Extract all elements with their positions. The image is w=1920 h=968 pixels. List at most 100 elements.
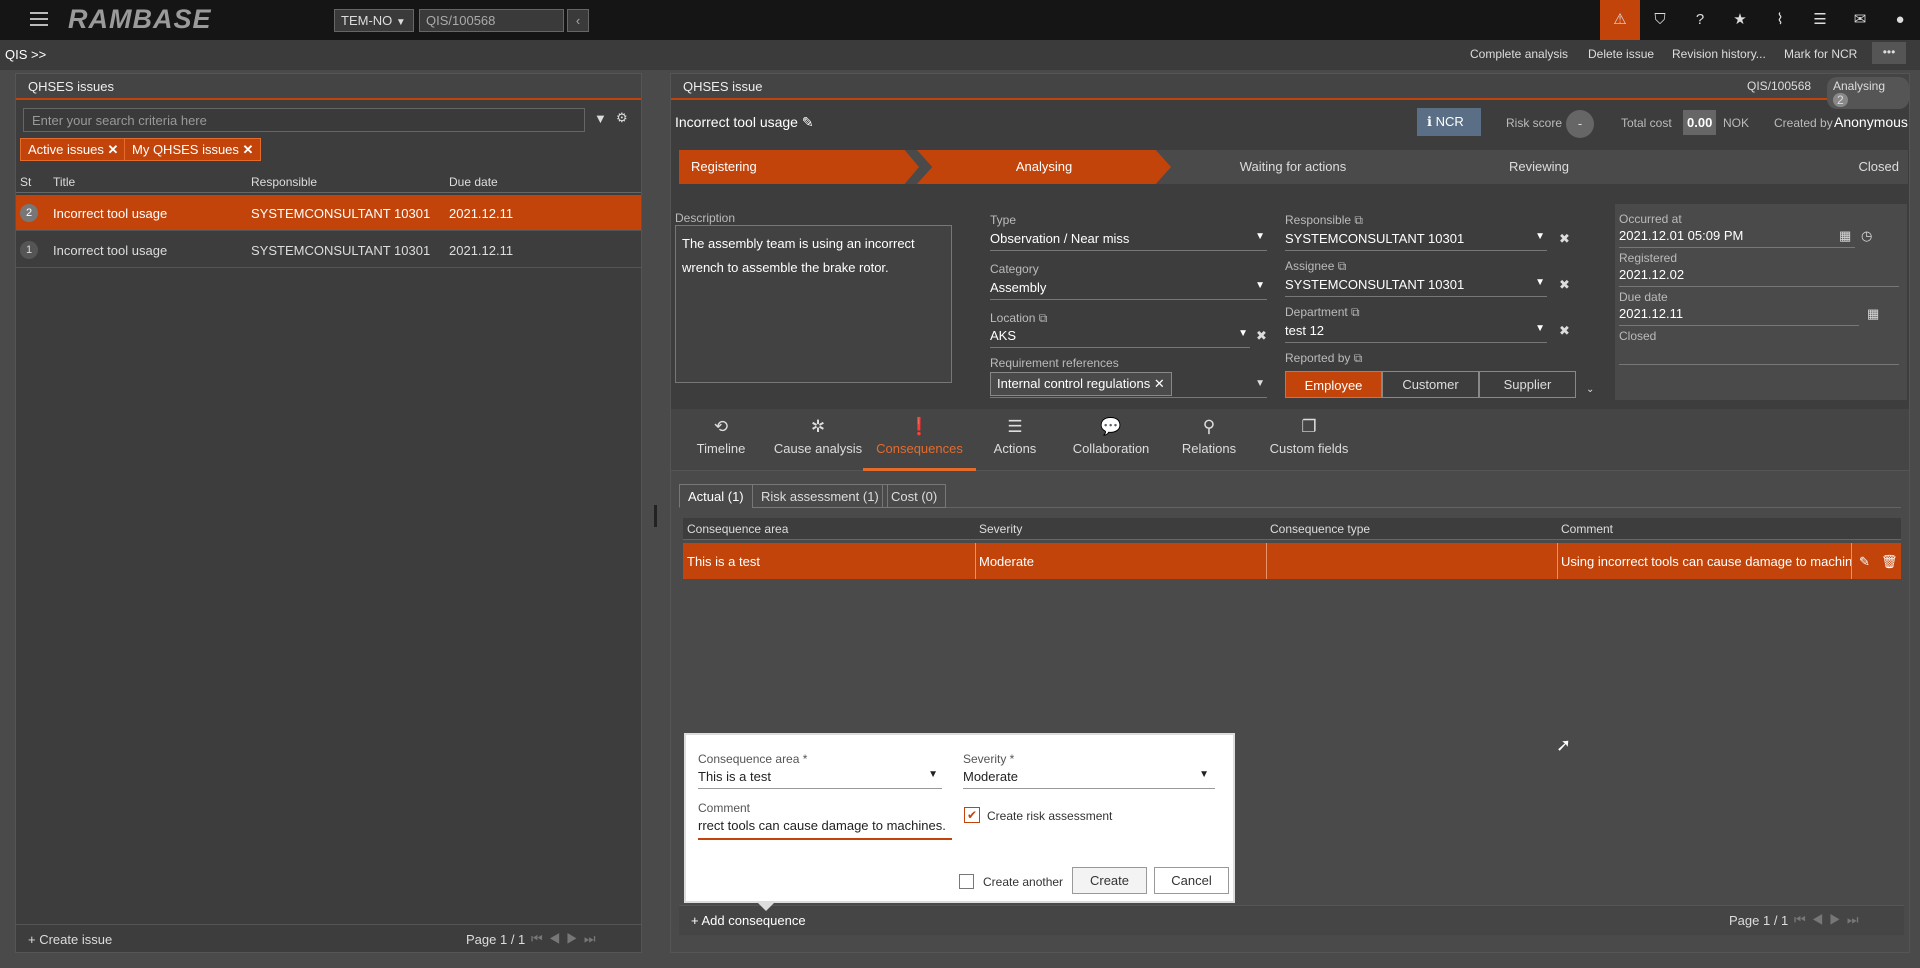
category-select[interactable]: Assembly ▼ [990, 280, 1267, 300]
create-issue-button[interactable]: + Create issue [28, 932, 112, 947]
calendar-icon[interactable]: ▦ [1839, 228, 1851, 244]
menu-icon[interactable] [30, 12, 48, 27]
close-icon[interactable]: ✕ [108, 142, 119, 157]
closed-field[interactable] [1619, 345, 1899, 365]
back-button[interactable]: ‹ [567, 9, 589, 32]
workflow-steps: Registering Analysing Waiting for action… [679, 150, 1908, 184]
reported-employee[interactable]: Employee [1285, 371, 1382, 398]
col-st[interactable]: St [20, 175, 31, 189]
currency: NOK [1723, 116, 1750, 130]
calendar-icon[interactable]: ▦ [1867, 306, 1879, 322]
comment-input[interactable]: rrect tools can cause damage to machines… [698, 818, 952, 840]
edit-icon[interactable]: ✎ [802, 114, 814, 130]
col-due-date[interactable]: Due date [449, 175, 498, 189]
due-field[interactable]: 2021.12.11 [1619, 306, 1859, 326]
tab-consequences[interactable]: ❗ Consequences [863, 409, 976, 471]
responsible-select[interactable]: SYSTEMCONSULTANT 10301 ▼ [1285, 231, 1547, 251]
chip-my-issues[interactable]: My QHSES issues ✕ [124, 138, 262, 161]
subtab-cost[interactable]: Cost (0) [882, 484, 947, 508]
search-input[interactable]: Enter your search criteria here [23, 108, 585, 132]
tab-cause-analysis[interactable]: ✲ Cause analysis [763, 409, 873, 471]
breadcrumb[interactable]: QIS >> [5, 47, 46, 62]
occurred-field[interactable]: 2021.12.01 05:09 PM [1619, 228, 1855, 248]
document-search-input[interactable]: QIS/100568 [419, 9, 564, 32]
tab-timeline[interactable]: ⟲ Timeline [681, 409, 761, 471]
issues-list-panel: QHSES issues Enter your search criteria … [15, 73, 642, 953]
clock-icon[interactable]: ◷ [1861, 228, 1872, 244]
expand-icon[interactable]: ⌄ [1586, 384, 1594, 395]
tab-actions[interactable]: ☰ Actions [976, 409, 1054, 471]
complete-analysis-button[interactable]: Complete analysis [1470, 47, 1568, 61]
department-select[interactable]: test 12 ▼ [1285, 323, 1547, 343]
warning-icon[interactable]: ⚠ [1600, 0, 1640, 40]
location-select[interactable]: AKS ▼ [990, 328, 1250, 348]
revision-history-button[interactable]: Revision history... [1672, 47, 1766, 61]
reqref-field[interactable]: Internal control regulations ✕ ▼ [990, 372, 1267, 398]
close-icon[interactable]: ✕ [243, 142, 254, 157]
step-registering[interactable]: Registering [679, 150, 919, 184]
mark-for-ncr-button[interactable]: Mark for NCR [1784, 47, 1857, 61]
add-consequence-button[interactable]: + Add consequence [691, 913, 806, 928]
pager-icons[interactable]: ⏮◀▶⏭ [531, 931, 602, 947]
col-consequence-type[interactable]: Consequence type [1270, 522, 1370, 536]
cancel-button[interactable]: Cancel [1154, 867, 1229, 894]
clear-icon[interactable]: ✖ [1256, 328, 1267, 344]
subtab-actual[interactable]: Actual (1) [679, 484, 753, 508]
ncr-badge[interactable]: ℹ NCR [1417, 108, 1481, 136]
step-reviewing[interactable]: Reviewing [1415, 150, 1663, 184]
shield-icon[interactable]: ⛉ [1640, 0, 1680, 40]
registered-label: Registered [1619, 251, 1678, 265]
step-waiting[interactable]: Waiting for actions [1169, 150, 1417, 184]
star-icon[interactable]: ★ [1720, 0, 1760, 40]
help-icon[interactable]: ? [1680, 0, 1720, 40]
tab-collaboration[interactable]: 💬 Collaboration [1056, 409, 1166, 471]
reported-supplier[interactable]: Supplier [1479, 371, 1576, 398]
dialog-pointer [758, 903, 774, 911]
subtab-risk-assessment[interactable]: Risk assessment (1) [752, 484, 888, 508]
reqref-chip[interactable]: Internal control regulations ✕ [990, 372, 1172, 396]
attachment-icon[interactable]: ⌇ [1760, 0, 1800, 40]
risk-checkbox[interactable]: ✔ [964, 807, 980, 823]
cell-severity: Moderate [979, 554, 1034, 569]
gear-icon[interactable]: ⚙ [616, 110, 628, 126]
create-button[interactable]: Create [1072, 867, 1147, 894]
doc-id: QIS/100568 [1747, 79, 1812, 93]
table-row[interactable]: This is a test Moderate Using incorrect … [683, 543, 1901, 579]
mail-icon[interactable]: ✉ [1840, 0, 1880, 40]
clear-icon[interactable]: ✖ [1559, 277, 1570, 293]
severity-select[interactable]: Moderate ▼ [963, 769, 1215, 789]
table-row[interactable]: 1 Incorrect tool usage SYSTEMCONSULTANT … [16, 232, 641, 268]
more-icon[interactable]: ••• [1872, 42, 1906, 64]
table-row[interactable]: 2 Incorrect tool usage SYSTEMCONSULTANT … [16, 195, 641, 231]
user-icon[interactable]: ● [1880, 0, 1920, 40]
hierarchy-icon: ⚲ [1202, 417, 1216, 436]
description-field[interactable]: The assembly team is using an incorrect … [675, 225, 952, 383]
clear-icon[interactable]: ✖ [1559, 231, 1570, 247]
pager-icons[interactable]: ⏮◀▶⏭ [1794, 912, 1865, 928]
area-select[interactable]: This is a test ▼ [698, 769, 942, 789]
list-icon[interactable]: ☰ [1800, 0, 1840, 40]
col-comment[interactable]: Comment [1561, 522, 1613, 536]
company-select[interactable]: TEM-NO ▼ [334, 9, 414, 32]
splitter-handle[interactable] [654, 505, 657, 527]
trash-icon[interactable]: 🗑 [1881, 554, 1898, 570]
chip-active-issues[interactable]: Active issues ✕ [20, 138, 127, 161]
assignee-select[interactable]: SYSTEMCONSULTANT 10301 ▼ [1285, 277, 1547, 297]
tab-relations[interactable]: ⚲ Relations [1166, 409, 1252, 471]
type-select[interactable]: Observation / Near miss ▼ [990, 231, 1267, 251]
clear-icon[interactable]: ✖ [1559, 323, 1570, 339]
col-consequence-area[interactable]: Consequence area [687, 522, 788, 536]
tab-custom-fields[interactable]: ❐ Custom fields [1254, 409, 1364, 471]
col-severity[interactable]: Severity [979, 522, 1022, 536]
grid-footer: + Add consequence Page 1 / 1 ⏮◀▶⏭ [679, 905, 1904, 935]
create-another-checkbox[interactable] [959, 874, 974, 889]
filter-icon[interactable]: ▼ [594, 111, 607, 126]
edit-icon[interactable]: ✎ [1859, 554, 1870, 570]
col-responsible[interactable]: Responsible [251, 175, 317, 189]
step-analysing[interactable]: Analysing [917, 150, 1171, 184]
step-closed[interactable]: Closed [1799, 150, 1899, 184]
col-title[interactable]: Title [53, 175, 75, 189]
delete-issue-button[interactable]: Delete issue [1588, 47, 1654, 61]
row-title: Incorrect tool usage [53, 206, 168, 221]
reported-customer[interactable]: Customer [1382, 371, 1479, 398]
